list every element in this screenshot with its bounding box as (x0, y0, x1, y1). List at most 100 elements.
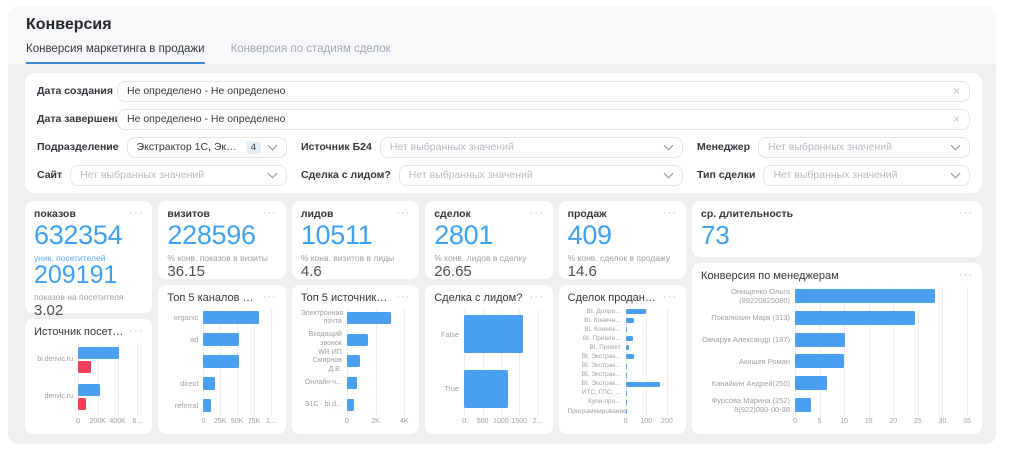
bar-segment[interactable] (626, 382, 660, 387)
card-menu-icon[interactable]: ··· (129, 208, 143, 219)
card-menu-icon[interactable]: ··· (959, 208, 973, 219)
manager-select[interactable]: Нет выбранных значений (758, 137, 970, 158)
x-axis: 02K4K (347, 416, 404, 427)
bar-group (626, 400, 671, 405)
bar-segment[interactable] (347, 377, 357, 389)
card-menu-icon[interactable]: ··· (396, 208, 410, 219)
bar-segment[interactable] (626, 309, 647, 314)
card-menu-icon[interactable]: ··· (663, 292, 677, 303)
chart-row: BI. Привле... (568, 334, 671, 343)
axis-tick-label: 6... (133, 418, 143, 425)
bar-segment[interactable] (795, 311, 915, 325)
deal-with-lead-chart: FalseTrue0500100015002... (434, 307, 543, 427)
bar-segment[interactable] (626, 318, 634, 323)
column-deals: сделок ··· 2801 % конв. лидов в сделку 2… (425, 201, 552, 434)
chart-plot-area: organicaddirectreferral (167, 307, 276, 416)
filters-panel: Дата создания Не определено - Не определ… (25, 73, 982, 193)
clear-icon[interactable]: × (953, 85, 960, 97)
tab-marketing-conversion[interactable]: Конверсия маркетинга в продажи (26, 43, 205, 64)
bar-segment[interactable] (795, 398, 811, 412)
column-visits: визитов ··· 228596 % конв. показов в виз… (158, 201, 285, 434)
bar-segment[interactable] (464, 315, 523, 353)
column-sales: продаж ··· 409 % конв. сделок в продажу … (559, 201, 686, 434)
card-menu-icon[interactable]: ··· (663, 208, 677, 219)
x-axis: 025K50K75K1... (203, 416, 270, 427)
bar-segment[interactable] (347, 334, 369, 346)
chart-card-top5-channels: Топ 5 каналов Визитов ··· organicaddirec… (158, 285, 285, 434)
deal-with-lead-select[interactable]: Нет выбранных значений (399, 165, 683, 186)
axis-tick-label: 0 (345, 418, 349, 425)
date-created-input[interactable]: Не определено - Не определено × (117, 81, 970, 102)
date-created-value: Не определено - Не определено (127, 85, 947, 97)
bar-segment[interactable] (347, 355, 360, 367)
chart-title: Сделок продано по т... (568, 292, 657, 304)
bar-group (795, 354, 967, 368)
category-label: BI. Коннек... (568, 326, 626, 334)
card-menu-icon[interactable]: ··· (263, 292, 277, 303)
card-menu-icon[interactable]: ··· (129, 326, 143, 337)
gridline (137, 343, 138, 416)
bar-segment[interactable] (203, 399, 211, 412)
x-axis: 0100200 (626, 416, 671, 427)
division-select[interactable]: Экстрактор 1С, Экстрактор 1С - внедрение… (127, 137, 287, 158)
bar-segment[interactable] (203, 355, 239, 368)
axis-tick-label: 0 (76, 418, 80, 425)
bar-segment[interactable] (203, 333, 239, 346)
chart-row: Э1С - bi.d... (301, 394, 404, 416)
card-menu-icon[interactable]: ··· (263, 208, 277, 219)
bar-segment[interactable] (626, 364, 627, 369)
bar-segment[interactable] (78, 361, 91, 373)
filter-deal-type: Тип сделки Нет выбранных значений (697, 164, 970, 186)
kpi-leads-conv-value: 4.6 (301, 263, 410, 280)
axis-tick-label: 20 (889, 418, 897, 425)
bar-segment[interactable] (203, 311, 258, 324)
column-leads: лидов ··· 10511 % конв. визитов в лиды 4… (292, 201, 419, 434)
kpi-sales-conv-value: 14.6 (568, 263, 677, 280)
bar-group (626, 336, 671, 341)
category-label: BI. Допро... (568, 308, 626, 316)
chart-row: BI. Экстрак... (568, 361, 671, 370)
deal-type-select[interactable]: Нет выбранных значений (763, 165, 970, 186)
chart-row: Онлайн-ч... (301, 372, 404, 394)
tab-deal-stage-conversion[interactable]: Конверсия по стадиям сделок (231, 43, 391, 64)
date-completed-input[interactable]: Не определено - Не определено × (117, 109, 970, 130)
axis-tick-label: 75K (248, 418, 260, 425)
bar-segment[interactable] (795, 333, 845, 347)
bar-segment[interactable] (347, 399, 354, 411)
bar-segment[interactable] (626, 354, 634, 359)
site-select[interactable]: Нет выбранных значений (70, 165, 287, 186)
axis-tick-label: 2... (533, 418, 543, 425)
card-menu-icon[interactable]: ··· (530, 208, 544, 219)
chevron-down-icon (268, 169, 278, 179)
bar-segment[interactable] (795, 354, 844, 368)
clear-icon[interactable]: × (953, 113, 960, 125)
bar-segment[interactable] (795, 376, 827, 390)
category-label: bi.denvic.ru (34, 356, 78, 364)
filter-row-2: Сайт Нет выбранных значений Сделка с лид… (37, 164, 970, 186)
bar-segment[interactable] (78, 398, 86, 410)
kpi-impr-per-visitor-value: 3.02 (34, 302, 143, 319)
chart-row: ИТС, ГПС, ... (568, 389, 671, 398)
bar-group (78, 347, 137, 373)
bar-group (347, 377, 404, 389)
bar-segment[interactable] (795, 289, 935, 303)
chart-plot-area: BI. Допро...BI. Конечн...BI. Коннек...BI… (568, 307, 677, 416)
bar-segment[interactable] (78, 347, 119, 359)
chart-row: organic (167, 307, 270, 329)
bar-segment[interactable] (78, 384, 100, 396)
card-menu-icon[interactable]: ··· (396, 292, 410, 303)
bar-segment[interactable] (347, 312, 391, 324)
card-menu-icon[interactable]: ··· (530, 292, 544, 303)
chart-row: False (434, 307, 537, 362)
chart-title: Топ 5 источников Ли... (301, 292, 390, 304)
bar-segment[interactable] (626, 345, 629, 350)
bar-segment[interactable] (203, 377, 214, 390)
card-menu-icon[interactable]: ··· (959, 270, 973, 281)
chart-row: BI. Конечн... (568, 316, 671, 325)
axis-tick-label: 1500 (511, 418, 527, 425)
bar-segment[interactable] (464, 370, 508, 408)
deal-type-label: Тип сделки (697, 169, 755, 181)
source-b24-select[interactable]: Нет выбранных значений (380, 137, 683, 158)
bar-segment[interactable] (626, 336, 633, 341)
category-label: True (434, 384, 464, 393)
